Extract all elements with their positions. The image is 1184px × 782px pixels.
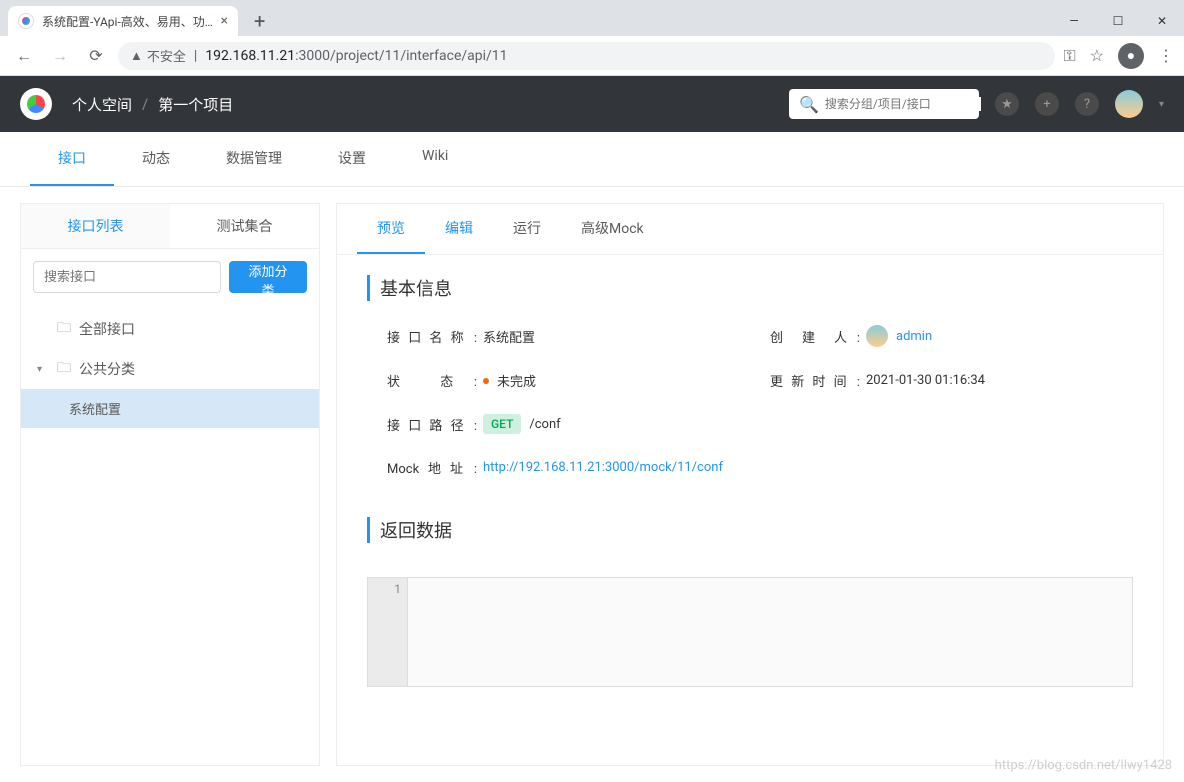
label-mock: Mock地址 — [387, 458, 477, 477]
forward-button[interactable]: → — [46, 42, 74, 70]
window-close-button[interactable]: ✕ — [1140, 6, 1184, 36]
address-bar: ← → ⟳ ▲ 不安全 | 192.168.11.21:3000/project… — [0, 36, 1184, 76]
reload-button[interactable]: ⟳ — [82, 42, 110, 70]
label-creator: 创 建 人 — [770, 327, 860, 346]
profile-avatar-icon[interactable]: ● — [1118, 43, 1144, 69]
global-search-input[interactable] — [825, 97, 981, 111]
nav-tab-interface[interactable]: 接口 — [30, 132, 114, 186]
window-maximize-button[interactable]: ☐ — [1096, 6, 1140, 36]
content-tab-preview[interactable]: 预览 — [357, 204, 425, 254]
status-dot-icon — [483, 378, 489, 384]
breadcrumb-root[interactable]: 个人空间 — [72, 94, 132, 115]
label-updated: 更新时间 — [770, 371, 860, 390]
app-logo[interactable] — [20, 88, 52, 120]
favicon-icon — [18, 13, 34, 29]
folder-icon: 🗀 — [57, 357, 71, 381]
value-path: /conf — [529, 417, 560, 432]
project-nav-tabs: 接口 动态 数据管理 设置 Wiki — [0, 132, 1184, 187]
content-tab-edit[interactable]: 编辑 — [425, 204, 493, 254]
star-icon[interactable]: ★ — [995, 92, 1019, 116]
value-status: 未完成 — [497, 371, 536, 390]
global-search[interactable]: 🔍 — [789, 89, 979, 119]
tree-all-apis[interactable]: 🗀 全部接口 — [21, 309, 319, 349]
code-gutter: 1 — [368, 578, 408, 686]
creator-avatar-icon — [866, 325, 888, 347]
url-text: 192.168.11.21:3000/project/11/interface/… — [205, 48, 507, 64]
add-category-button[interactable]: 添加分类 — [229, 261, 307, 293]
section-title-basic: 基本信息 — [367, 275, 1133, 301]
http-method-tag: GET — [483, 414, 521, 434]
response-code-block[interactable]: 1 — [367, 577, 1133, 687]
breadcrumb-separator-icon: / — [142, 95, 148, 113]
api-tree: 🗀 全部接口 ▾ 🗀 公共分类 系统配置 — [21, 305, 319, 432]
folder-icon: 🗀 — [57, 317, 71, 341]
value-updated: 2021-01-30 01:16:34 — [866, 373, 985, 388]
tree-category-public[interactable]: ▾ 🗀 公共分类 — [21, 349, 319, 389]
chevron-down-icon[interactable]: ▾ — [1159, 99, 1164, 110]
chrome-menu-icon[interactable]: ⋮ — [1158, 46, 1174, 65]
code-body[interactable] — [408, 578, 1132, 686]
sidebar-search-input[interactable] — [33, 261, 221, 293]
line-number: 1 — [374, 582, 401, 596]
browser-tab[interactable]: 系统配置-YApi-高效、易用、功能 × — [8, 6, 238, 36]
browser-tab-bar: 系统配置-YApi-高效、易用、功能 × + — ☐ ✕ — [0, 0, 1184, 36]
nav-tab-activity[interactable]: 动态 — [114, 132, 198, 186]
label-status: 状 态 — [387, 371, 477, 390]
content-tab-run[interactable]: 运行 — [493, 204, 561, 254]
section-title-response: 返回数据 — [367, 517, 1133, 543]
tree-leaf-system-config[interactable]: 系统配置 — [21, 389, 319, 428]
mock-url-link[interactable]: http://192.168.11.21:3000/mock/11/conf — [483, 460, 723, 475]
label-api-name: 接口名称 — [387, 327, 477, 346]
content-tab-mock[interactable]: 高级Mock — [561, 204, 664, 254]
search-icon: 🔍 — [799, 95, 819, 114]
key-icon[interactable]: ⚿ — [1063, 46, 1075, 66]
content-panel: 预览 编辑 运行 高级Mock 基本信息 接口名称 系统配置 创 建 人 adm… — [336, 203, 1164, 766]
new-tab-button[interactable]: + — [248, 9, 271, 33]
help-icon[interactable]: ? — [1075, 92, 1099, 116]
nav-tab-data[interactable]: 数据管理 — [198, 132, 310, 186]
back-button[interactable]: ← — [10, 42, 38, 70]
bookmark-star-icon[interactable]: ☆ — [1090, 46, 1104, 65]
window-minimize-button[interactable]: — — [1052, 6, 1096, 36]
tab-title: 系统配置-YApi-高效、易用、功能 — [42, 13, 215, 30]
caret-down-icon[interactable]: ▾ — [37, 364, 49, 375]
sidebar-tab-test-collection[interactable]: 测试集合 — [170, 204, 319, 248]
tab-close-icon[interactable]: × — [221, 13, 228, 29]
url-field[interactable]: ▲ 不安全 | 192.168.11.21:3000/project/11/in… — [118, 42, 1055, 70]
sidebar: 接口列表 测试集合 添加分类 🗀 全部接口 ▾ 🗀 公共分类 系统配置 — [20, 203, 320, 766]
insecure-warning-icon: ▲ 不安全 — [130, 46, 186, 65]
label-path: 接口路径 — [387, 415, 477, 434]
breadcrumb: 个人空间 / 第一个项目 — [72, 94, 233, 115]
nav-tab-wiki[interactable]: Wiki — [394, 132, 476, 186]
sidebar-tab-api-list[interactable]: 接口列表 — [21, 204, 170, 248]
value-api-name: 系统配置 — [483, 327, 535, 346]
creator-link[interactable]: admin — [896, 329, 932, 344]
nav-tab-settings[interactable]: 设置 — [310, 132, 394, 186]
plus-icon[interactable]: + — [1035, 92, 1059, 116]
breadcrumb-project[interactable]: 第一个项目 — [158, 94, 233, 115]
user-avatar[interactable] — [1115, 90, 1143, 118]
app-header: 个人空间 / 第一个项目 🔍 ★ + ? ▾ — [0, 76, 1184, 132]
